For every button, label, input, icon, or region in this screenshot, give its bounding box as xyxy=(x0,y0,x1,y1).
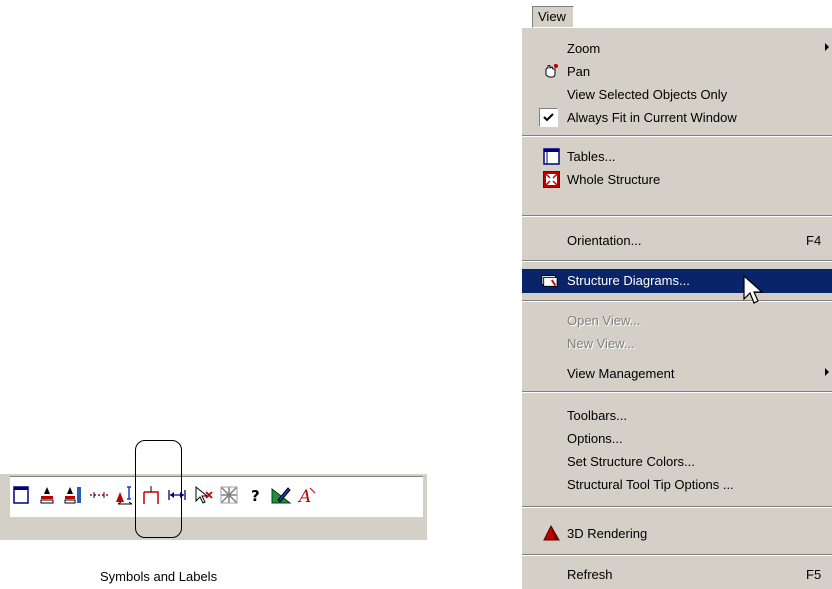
menu-item-pan[interactable]: Pan xyxy=(522,60,832,83)
menu-item-label: Tables... xyxy=(567,149,616,164)
menu-item-label: Structural Tool Tip Options ... xyxy=(567,477,734,492)
menu-item-whole-structure[interactable]: Whole Structure xyxy=(522,168,832,191)
dimension-icon[interactable] xyxy=(88,484,110,506)
view-menu-title[interactable]: View xyxy=(532,6,574,28)
menu-item-label: View Management xyxy=(567,366,675,381)
menu-item-refresh[interactable]: Refresh F5 xyxy=(522,563,832,586)
menu-item-label: View Selected Objects Only xyxy=(567,87,728,102)
submenu-arrow-icon xyxy=(825,43,829,51)
menu-item-view-management[interactable]: View Management xyxy=(522,362,832,385)
structure-diagram-icon xyxy=(541,275,558,287)
menu-separator xyxy=(522,506,832,508)
window-icon[interactable] xyxy=(10,484,32,506)
member-labels-icon[interactable] xyxy=(62,484,84,506)
menu-item-tables[interactable]: Tables... xyxy=(522,145,832,168)
menu-item-orientation[interactable]: Orientation... F4 xyxy=(522,229,832,252)
menu-item-label: Options... xyxy=(567,431,623,446)
mouse-cursor-icon xyxy=(743,275,764,304)
symbols-labels-toolbar: ? A xyxy=(0,452,427,584)
select-cursor-icon[interactable] xyxy=(192,484,214,506)
menu-item-label: Whole Structure xyxy=(567,172,661,187)
menu-item-label: Refresh xyxy=(567,567,613,582)
menu-item-label: Open View... xyxy=(567,313,641,328)
help-icon[interactable]: ? xyxy=(244,484,266,506)
menu-item-zoom[interactable]: Zoom xyxy=(522,37,832,60)
menu-item-label: Orientation... xyxy=(567,233,642,248)
menu-item-always-fit[interactable]: Always Fit in Current Window xyxy=(522,106,832,129)
shortcut-label: F4 xyxy=(806,233,822,248)
view-menu: Zoom Pan View Selected Objects Only Alwa… xyxy=(521,28,832,589)
table-icon xyxy=(543,148,560,165)
draw-icon[interactable] xyxy=(270,484,292,506)
menu-item-tool-tip-options[interactable]: Structural Tool Tip Options ... xyxy=(522,473,832,496)
symbols-labels-icon[interactable] xyxy=(114,484,136,506)
svg-text:A: A xyxy=(297,487,311,506)
menu-separator xyxy=(522,391,832,393)
menu-item-view-selected[interactable]: View Selected Objects Only xyxy=(522,83,832,106)
menu-item-label: New View... xyxy=(567,336,635,351)
pan-hand-icon xyxy=(545,64,558,78)
menu-separator xyxy=(522,300,832,302)
menu-item-label: Structure Diagrams... xyxy=(567,273,690,288)
menu-item-structure-diagrams[interactable]: Structure Diagrams... xyxy=(522,269,832,293)
menu-item-label: 3D Rendering xyxy=(567,526,648,541)
menu-item-toolbars[interactable]: Toolbars... xyxy=(522,404,832,427)
menu-item-label: Pan xyxy=(567,64,591,79)
menu-separator xyxy=(522,215,832,217)
menu-item-label: Zoom xyxy=(567,41,601,56)
whole-structure-icon xyxy=(543,171,560,188)
menu-separator xyxy=(522,260,832,262)
mesh-icon[interactable] xyxy=(218,484,240,506)
menu-separator xyxy=(522,135,832,137)
highlight-outline xyxy=(135,440,182,538)
menu-item-open-view: Open View... xyxy=(522,309,832,332)
menu-item-label: Set Structure Colors... xyxy=(567,454,695,469)
font-icon[interactable]: A xyxy=(296,484,318,506)
menu-item-3d-rendering[interactable]: 3D Rendering xyxy=(522,522,832,545)
menu-item-set-structure-colors[interactable]: Set Structure Colors... xyxy=(522,450,832,473)
menu-item-label: Toolbars... xyxy=(567,408,627,423)
svg-text:?: ? xyxy=(251,487,260,505)
shortcut-label: F5 xyxy=(806,567,822,582)
check-icon xyxy=(539,108,558,127)
node-labels-icon[interactable] xyxy=(36,484,58,506)
toolbar-buttons: ? A xyxy=(10,476,423,517)
3d-rendering-icon xyxy=(543,525,560,541)
menu-item-label: Always Fit in Current Window xyxy=(567,110,737,125)
menu-separator xyxy=(522,554,832,556)
toolbar-caption: Symbols and Labels xyxy=(100,569,218,584)
submenu-arrow-icon xyxy=(825,368,829,376)
menu-item-new-view: New View... xyxy=(522,332,832,355)
menu-item-options[interactable]: Options... xyxy=(522,427,832,450)
